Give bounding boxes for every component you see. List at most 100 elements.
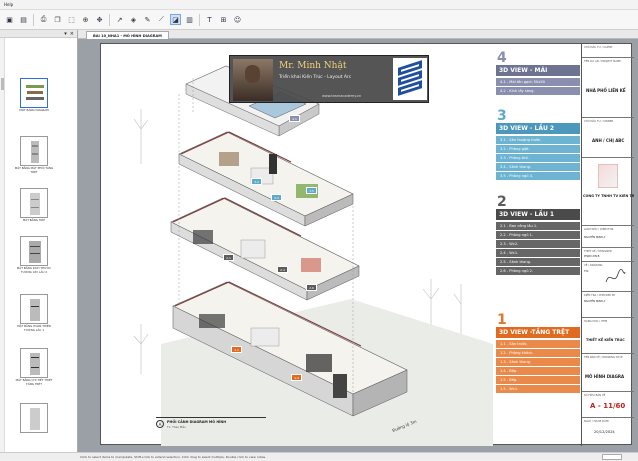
legend-item: 1.4 - Bếp.	[496, 367, 580, 375]
select-icon[interactable]: ⬚	[66, 14, 77, 25]
legend-item: 2.4 - Wc1.	[496, 249, 580, 257]
titleblock-value: NGUYỄN MINH A	[584, 236, 606, 239]
thumbnail-image	[20, 294, 48, 324]
caption-title: PHỐI CẢNH DIAGRAM MÔ HÌNH	[167, 420, 227, 424]
legend-number: 3	[497, 108, 507, 124]
titleblock-value: NGUYỄN MINH A	[584, 300, 606, 303]
zoom-icon[interactable]: ⊕	[80, 14, 91, 25]
legend-item: 2.5 - Sảnh thang.	[496, 258, 580, 266]
titleblock-row: CHỦ ĐẦU TƯ / OWNER ANH / CHỊ ABC	[582, 118, 634, 158]
drawing-title: MÔ HÌNH DIAGRA	[585, 374, 625, 379]
legend-item: 2.3 - Wc2.	[496, 240, 580, 248]
titleblock-value: PHẠM XIN B	[584, 255, 600, 258]
document-canvas[interactable]: Đường lộ 3m 4.1 3.2 3.3 3.5 2.1 2.4 2.6 …	[78, 39, 638, 452]
save-icon[interactable]: ▤	[18, 14, 29, 25]
status-field[interactable]	[602, 454, 622, 460]
chevron-down-icon[interactable]: ▾	[64, 30, 67, 37]
stamp-icon[interactable]: ⊞	[218, 14, 229, 25]
sheet-number: A - 11/60	[590, 402, 626, 410]
print-icon[interactable]: ⎙	[38, 14, 49, 25]
drawing-caption: A PHỐI CẢNH DIAGRAM MÔ HÌNH TL: Theo Mẫu	[156, 417, 266, 431]
document-tab-bar: BAI 10_NHA1 - MÔ HÌNH DIAGRAM	[78, 30, 638, 39]
pan-icon[interactable]: ✥	[94, 14, 105, 25]
company-logo	[598, 164, 618, 188]
thumbnail-image	[20, 348, 48, 378]
legend-item: 1.5 - Wc1.	[496, 385, 580, 393]
thumbnail-item[interactable]: MẶT BẰNG HOÀN THIỆN TƯỜNG LẦU 1	[12, 294, 56, 332]
exploded-axonometric-diagram: Đường lộ 3m	[133, 65, 493, 446]
room-tag: 2.1	[223, 254, 234, 261]
legend-item: 2.6 - Phòng ngủ 2.	[496, 267, 580, 275]
titleblock-label: KIỂM TRA / CHECKED BY	[584, 294, 616, 297]
scrollbar-thumb[interactable]	[1, 78, 4, 90]
titleblock-label: CHỦ ĐẦU TƯ / CLIENT	[584, 46, 613, 49]
project-name: NHÀ PHỐ LIÊN KẾ	[586, 88, 626, 93]
legend-item: 2.1 - Ban công lầu 1.	[496, 222, 580, 230]
presenter-name: Mr. Minh Nhật	[279, 61, 347, 71]
room-tag: 1.4	[291, 374, 302, 381]
thumbnail-item[interactable]: MỘT BÀNG DIAGRAM	[12, 78, 56, 113]
panel-header: ▾ ×	[0, 30, 77, 38]
close-icon[interactable]: ×	[70, 30, 74, 37]
open-icon[interactable]: ▣	[4, 14, 15, 25]
titleblock-label: SỐ HIỆU BẢN VẼ	[584, 394, 606, 397]
room-tag: 4.1	[289, 115, 300, 122]
thumbnail-caption: MẶT BẰNG MẶT PHỐI TẦNG TRỆT	[14, 166, 54, 174]
titleblock-row: TÊN DỰ ÁN / PROJECT NAME NHÀ PHỐ LIÊN KẾ	[582, 58, 634, 118]
titleblock-row: TÊN BẢN VẼ / DRAWING TITLE MÔ HÌNH DIAGR…	[582, 354, 634, 392]
room-tag: 3.3	[271, 194, 282, 201]
snapshot-icon[interactable]: ◪	[170, 14, 181, 25]
copy-icon[interactable]: ❐	[52, 14, 63, 25]
text-icon[interactable]: T	[204, 14, 215, 25]
legend-item: 1.5 - Bếp.	[496, 376, 580, 384]
thumbnail-item[interactable]: MẶT BẰNG KÍCH THƯỚC TƯỜNG XÂY LẦU 2	[12, 236, 56, 274]
legend-item: 2.2 - Phòng ngủ 1.	[496, 231, 580, 239]
titleblock-row: VẼ / DRAWING TÔI	[582, 262, 634, 292]
company-name: CÔNG TY TNHH TV KIẾN TRÚC-XÂY DỰ	[583, 194, 634, 198]
settings-icon[interactable]: ☺	[232, 14, 243, 25]
room-tag: 2.4	[277, 266, 288, 273]
room-tag: 3.5	[306, 187, 317, 194]
thumbnail-item[interactable]: MẶT BẰNG MẶT PHỐI TẦNG TRỆT	[12, 136, 56, 174]
caption-scale: TL: Theo Mẫu	[167, 425, 186, 429]
thumbnail-caption: MẶT BẰNG CHI TIẾT THIẾT TẦNG TRỆT	[15, 378, 53, 386]
thumbnail-item[interactable]: MẶT BẰNG HỢP	[12, 188, 56, 223]
status-bar: Click to select items to manipulate. Shi…	[0, 452, 638, 460]
arrow-icon[interactable]: ↗	[114, 14, 125, 25]
scrollbar[interactable]	[0, 38, 5, 452]
thumbnail-item[interactable]	[12, 403, 56, 433]
menu-help[interactable]: Help	[4, 2, 13, 7]
presenter-banner: Mr. Minh Nhật Triển khai Kiến Trúc - Lay…	[229, 55, 429, 103]
thumbnail-image	[20, 136, 48, 166]
titleblock-label: VẼ / DRAWING	[584, 264, 603, 267]
thumbnail-item[interactable]: MẶT BẰNG CHI TIẾT THIẾT TẦNG TRỆT	[12, 348, 56, 386]
pen-icon[interactable]: ✎	[142, 14, 153, 25]
markup-icon[interactable]: ◈	[128, 14, 139, 25]
titleblock-value: TÔI	[584, 270, 589, 273]
legend-item: 4.2 - Kính lấy sáng.	[496, 87, 580, 95]
legend-item: 3.2 - Phòng giặt.	[496, 145, 580, 153]
legend-header: 3D VIEW - LẦU 1	[496, 209, 580, 220]
status-text: Click to select items to manipulate. Shi…	[80, 455, 267, 459]
legend-item: 1.2 - Phòng khách.	[496, 349, 580, 357]
drawing-sheet: Đường lộ 3m 4.1 3.2 3.3 3.5 2.1 2.4 2.6 …	[100, 43, 634, 446]
thumbnail-caption: MẶT BẰNG HỢP	[22, 218, 46, 222]
titleblock-row: THIẾT KẾ / DESIGNER PHẠM XIN B	[582, 248, 634, 262]
thumbnail-image	[20, 78, 48, 108]
tab-document[interactable]: BAI 10_NHA1 - MÔ HÌNH DIAGRAM	[86, 31, 169, 39]
measure-icon[interactable]: ⟋	[156, 14, 167, 25]
thumbnail-image	[20, 403, 48, 433]
toolbar-divider	[33, 13, 34, 26]
titleblock-label: TÊN BẢN VẼ / DRAWING TITLE	[584, 356, 623, 359]
titleblock-row: GIÁM ĐỐC / DIRECTOR NGUYỄN MINH A	[582, 226, 634, 248]
titleblock-label: TÊN DỰ ÁN / PROJECT NAME	[584, 60, 621, 63]
thumbnail-image	[20, 236, 48, 266]
titleblock-row: CHỦ ĐẦU TƯ / CLIENT	[582, 44, 634, 58]
highlight-icon[interactable]: ▥	[184, 14, 195, 25]
titleblock-label: HẠNG MỤC / ITEM	[584, 320, 608, 323]
room-tag: 3.2	[251, 178, 262, 185]
legend-item: 3.3 - Phòng thờ.	[496, 154, 580, 162]
titleblock-row: HẠNG MỤC / ITEM THIẾT KẾ KIẾN TRÚC	[582, 318, 634, 354]
legend-number: 1	[497, 312, 507, 328]
toolbar: ▣ ▤ ⎙ ❐ ⬚ ⊕ ✥ ↗ ◈ ✎ ⟋ ◪ ▥ T ⊞ ☺	[0, 10, 638, 30]
